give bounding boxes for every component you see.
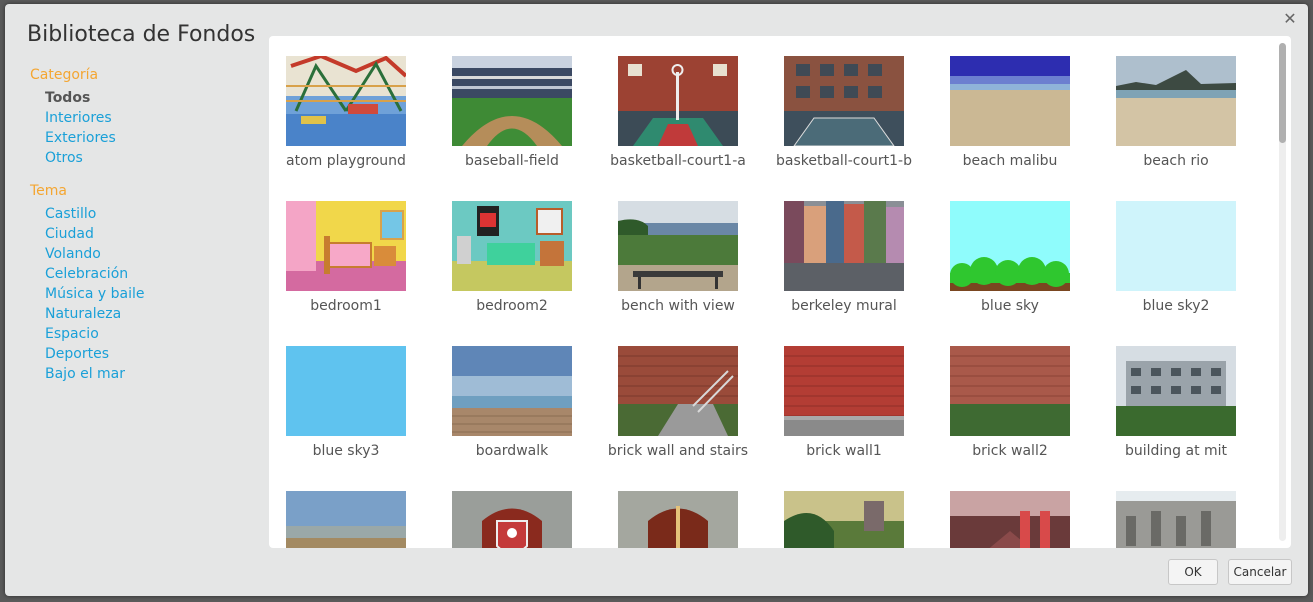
ok-button[interactable]: OK [1168,559,1218,585]
backdrop-thumbnail [950,56,1070,146]
backdrop-tile[interactable]: bedroom1 [271,201,421,341]
scrollbar-thumb[interactable] [1279,43,1286,143]
theme-castillo[interactable]: Castillo [45,204,260,224]
backdrop-tile[interactable] [935,491,1085,548]
category-list: Todos Interiores Exteriores Otros [30,88,260,168]
backdrop-thumbnail [950,491,1070,548]
backdrop-label: blue sky [981,298,1039,314]
theme-música-y-baile[interactable]: Música y baile [45,284,260,304]
backdrop-thumbnail [618,201,738,291]
backdrop-thumbnail [950,201,1070,291]
backdrop-thumbnail [452,56,572,146]
theme-celebración[interactable]: Celebración [45,264,260,284]
backdrop-tile[interactable] [603,491,753,548]
backdrop-thumbnail [950,346,1070,436]
category-todos[interactable]: Todos [45,88,260,108]
dialog-title: Biblioteca de Fondos [27,22,256,47]
theme-volando[interactable]: Volando [45,244,260,264]
backdrop-thumbnail [286,491,406,548]
backdrop-thumbnail [1116,346,1236,436]
backdrop-tile[interactable] [437,491,587,548]
backdrop-tile[interactable]: bedroom2 [437,201,587,341]
backdrop-tile[interactable]: bench with view [603,201,753,341]
theme-heading: Tema [30,183,68,199]
backdrop-tile[interactable]: boardwalk [437,346,587,486]
backdrop-tile[interactable]: beach malibu [935,56,1085,196]
backdrop-tile[interactable] [1101,491,1251,548]
theme-list: Castillo Ciudad Volando Celebración Música y… [30,204,260,384]
backdrop-tile[interactable]: brick wall2 [935,346,1085,486]
backdrop-thumbnail [452,346,572,436]
backdrop-tile[interactable] [271,491,421,548]
backdrop-tile[interactable] [769,491,919,548]
category-interiores[interactable]: Interiores [45,108,260,128]
close-icon[interactable]: ✕ [1282,11,1298,27]
backdrop-thumbnail [452,491,572,548]
backdrop-grid-panel: atom playground baseball-field basketbal… [269,36,1291,548]
backdrop-tile[interactable]: baseball-field [437,56,587,196]
backdrop-tile[interactable]: blue sky2 [1101,201,1251,341]
backdrop-tile[interactable]: blue sky [935,201,1085,341]
backdrop-tile[interactable]: blue sky3 [271,346,421,486]
category-exteriores[interactable]: Exteriores [45,128,260,148]
backdrop-tile[interactable]: atom playground [271,56,421,196]
backdrop-thumbnail [1116,491,1236,548]
theme-naturaleza[interactable]: Naturaleza [45,304,260,324]
sidebar: Categoría Todos Interiores Exteriores Otros… [30,66,260,398]
backdrop-tile[interactable]: berkeley mural [769,201,919,341]
backdrop-label: boardwalk [475,443,549,459]
backdrop-label: bench with view [621,298,735,314]
backdrop-tile[interactable]: basketball-court1-b [769,56,919,196]
backdrop-label: blue sky3 [312,443,380,459]
backdrop-label: brick wall and stairs [607,443,749,459]
backdrop-label: blue sky2 [1142,298,1210,314]
theme-bajo-el-mar[interactable]: Bajo el mar [45,364,260,384]
backdrop-thumbnail [618,346,738,436]
scrollbar[interactable] [1279,43,1286,541]
backdrop-tile[interactable]: brick wall1 [769,346,919,486]
cancel-button[interactable]: Cancelar [1228,559,1292,585]
backdrop-tile[interactable]: basketball-court1-a [603,56,753,196]
backdrop-label: beach malibu [962,153,1058,169]
backdrop-thumbnail [286,56,406,146]
backdrop-tile[interactable]: brick wall and stairs [603,346,753,486]
backdrop-tile[interactable]: beach rio [1101,56,1251,196]
backdrop-label: brick wall2 [972,443,1048,459]
backdrop-label: basketball-court1-b [776,153,912,169]
backdrop-label: atom playground [286,153,406,169]
backdrop-thumbnail [784,56,904,146]
backdrop-label: bedroom1 [310,298,382,314]
theme-ciudad[interactable]: Ciudad [45,224,260,244]
backdrop-label: basketball-court1-a [610,153,746,169]
backdrop-thumbnail [784,201,904,291]
backdrop-label: bedroom2 [476,298,548,314]
backdrop-thumbnail [1116,56,1236,146]
backdrop-label: berkeley mural [791,298,897,314]
theme-deportes[interactable]: Deportes [45,344,260,364]
backdrop-label: beach rio [1143,153,1209,169]
backdrop-thumbnail [286,201,406,291]
category-otros[interactable]: Otros [45,148,260,168]
backdrop-thumbnail [618,56,738,146]
backdrop-thumbnail [452,201,572,291]
backdrop-thumbnail [1116,201,1236,291]
backdrop-tile[interactable]: building at mit [1101,346,1251,486]
backdrop-label: brick wall1 [806,443,882,459]
backdrop-thumbnail [286,346,406,436]
backdrop-label: building at mit [1124,443,1228,459]
theme-espacio[interactable]: Espacio [45,324,260,344]
backdrop-thumbnail [618,491,738,548]
backdrop-label: baseball-field [465,153,559,169]
backdrop-thumbnail [784,491,904,548]
backdrop-thumbnail [784,346,904,436]
category-heading: Categoría [30,67,99,83]
